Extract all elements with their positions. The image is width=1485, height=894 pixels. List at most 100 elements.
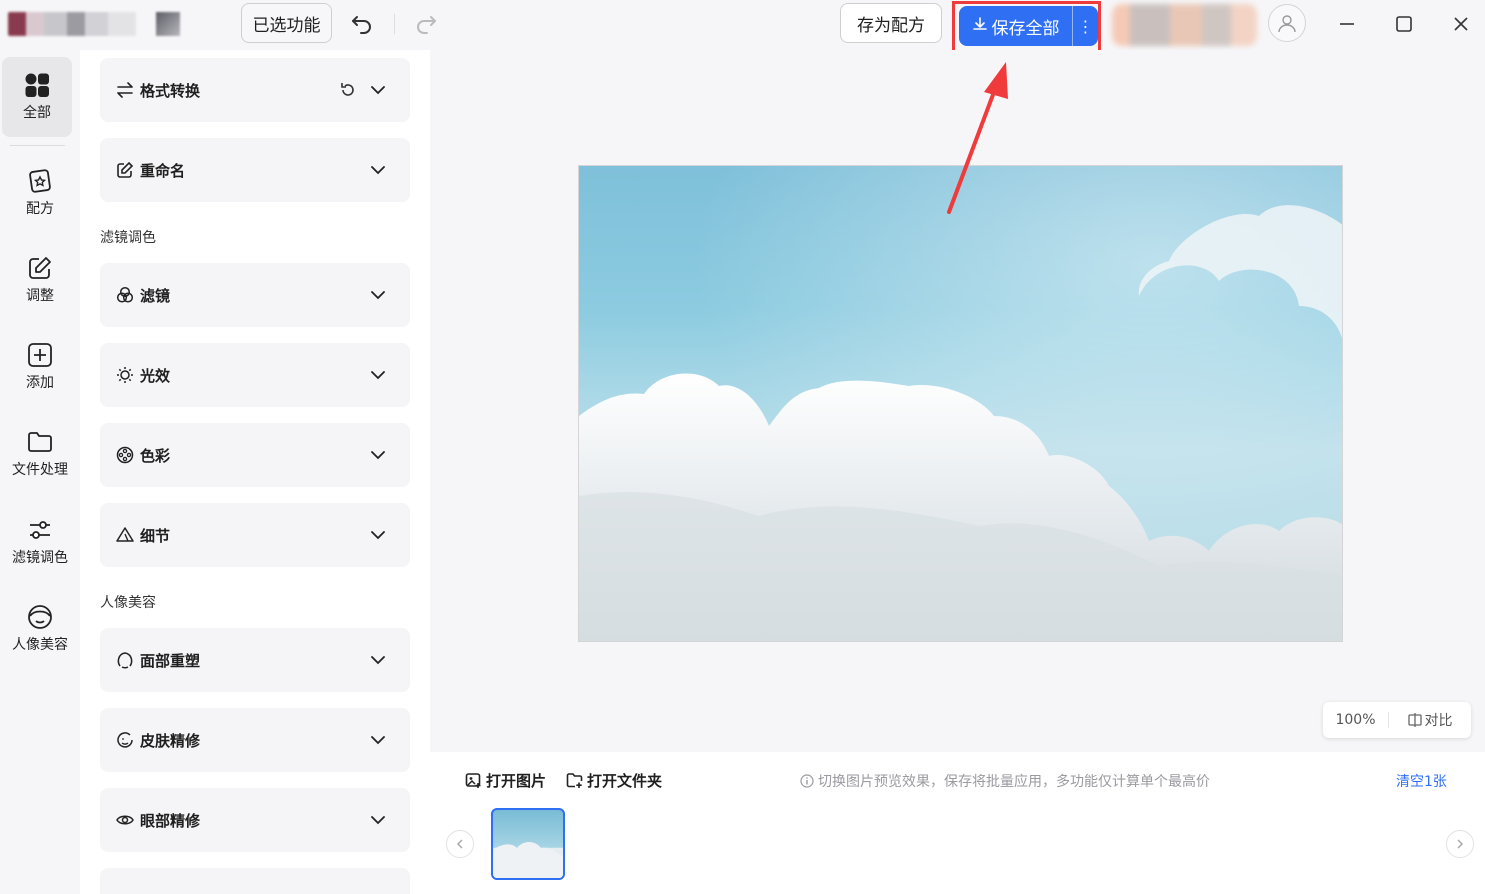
sun-icon [117, 367, 133, 383]
card-filter[interactable]: 滤镜 [100, 263, 410, 327]
nav-item-add[interactable]: 添加 [0, 327, 80, 407]
chevron-down-icon[interactable] [368, 525, 388, 545]
plus-square-icon [28, 343, 52, 367]
app-logo-blurred [8, 12, 136, 36]
download-icon [972, 16, 988, 37]
section-label-filters: 滤镜调色 [100, 230, 156, 246]
more-options-icon[interactable]: ⋮ [1072, 6, 1098, 46]
save-recipe-button[interactable]: 存为配方 [840, 3, 942, 43]
nav-label: 文件处理 [12, 462, 68, 478]
preview-canvas: 100% 对比 [430, 50, 1485, 752]
card-label: 重命名 [140, 161, 186, 180]
nav-label: 滤镜调色 [12, 550, 68, 566]
nav-item-adjust[interactable]: 调整 [0, 240, 80, 320]
info-icon [800, 774, 814, 788]
redo-icon[interactable] [412, 10, 440, 38]
nav-item-portrait[interactable]: 人像美容 [0, 589, 80, 669]
avatar[interactable] [1268, 4, 1306, 42]
close-icon[interactable] [1447, 10, 1475, 38]
zoom-compare-bar: 100% 对比 [1323, 702, 1471, 738]
hint-text: 切换图片预览效果，保存将批量应用，多功能仅计算单个最高价 [800, 771, 1210, 791]
recipe-icon [29, 169, 51, 193]
card-detail[interactable]: 细节 [100, 503, 410, 567]
card-rename[interactable]: 重命名 [100, 138, 410, 202]
sliders-icon [30, 521, 50, 539]
feature-panel: 格式转换 重命名 滤镜调色 滤镜 光效 色彩 细节 人像美容 面部重塑 皮肤精修… [80, 50, 430, 894]
card-label: 色彩 [140, 446, 171, 465]
title-bar: 已选功能 存为配方 保存全部 ⋮ [0, 0, 1485, 53]
nav-item-filters[interactable]: 滤镜调色 [0, 502, 80, 582]
save-all-highlight: 保存全部 ⋮ [952, 1, 1101, 53]
chevron-down-icon[interactable] [368, 80, 388, 100]
filter-circles-icon [116, 286, 134, 303]
preview-image[interactable] [578, 165, 1343, 642]
app-icon-blurred [156, 12, 180, 36]
card-label: 皮肤精修 [140, 731, 201, 750]
image-thumbnail[interactable] [491, 808, 565, 880]
nav-label: 调整 [26, 288, 54, 304]
skin-icon [117, 732, 133, 748]
compare-icon [1407, 713, 1422, 727]
zoom-level[interactable]: 100% [1323, 712, 1389, 728]
scroll-right-icon[interactable] [1446, 830, 1474, 858]
card-face-reshape[interactable]: 面部重塑 [100, 628, 410, 692]
section-label-portrait: 人像美容 [100, 595, 156, 611]
folder-add-icon [566, 773, 583, 788]
nav-item-recipe[interactable]: 配方 [0, 153, 80, 233]
save-all-label: 保存全部 [991, 18, 1060, 39]
card-light-effect[interactable]: 光效 [100, 343, 410, 407]
chevron-down-icon[interactable] [368, 160, 388, 180]
image-strip: 打开图片 打开文件夹 切换图片预览效果，保存将批量应用，多功能仅计算单个最高价 … [430, 752, 1485, 894]
card-skin-retouch[interactable]: 皮肤精修 [100, 708, 410, 772]
chevron-down-icon[interactable] [368, 730, 388, 750]
nav-item-all[interactable]: 全部 [2, 57, 72, 137]
open-image-button[interactable]: 打开图片 [465, 770, 546, 791]
card-partial[interactable] [100, 868, 410, 894]
app-window: 已选功能 存为配方 保存全部 ⋮ 全部 配方 调整 添加 文件处理 滤镜调色 人… [0, 0, 1485, 894]
card-label: 滤镜 [140, 286, 171, 305]
nav-label: 全部 [23, 105, 51, 121]
triangle-icon [116, 527, 134, 542]
save-all-button[interactable]: 保存全部 [959, 6, 1072, 46]
reset-icon[interactable] [338, 80, 358, 100]
open-folder-button[interactable]: 打开文件夹 [566, 770, 662, 791]
scroll-left-icon[interactable] [446, 830, 474, 858]
edit-icon [29, 257, 51, 279]
nav-label: 人像美容 [12, 637, 68, 653]
chevron-down-icon[interactable] [368, 285, 388, 305]
chevron-down-icon[interactable] [368, 365, 388, 385]
card-label: 细节 [140, 526, 171, 545]
card-label: 格式转换 [140, 81, 201, 100]
user-info-blurred [1112, 4, 1257, 46]
minimize-icon[interactable] [1333, 10, 1361, 38]
user-icon [1278, 15, 1296, 33]
card-label: 光效 [140, 366, 171, 385]
rename-icon [117, 161, 134, 178]
nav-divider [10, 145, 65, 146]
chevron-down-icon[interactable] [368, 810, 388, 830]
thumbnail-photo [493, 842, 563, 878]
chevron-down-icon[interactable] [368, 445, 388, 465]
open-folder-label: 打开文件夹 [587, 772, 663, 790]
card-eye-retouch[interactable]: 眼部精修 [100, 788, 410, 852]
nav-label: 添加 [26, 375, 54, 391]
hint-label: 切换图片预览效果，保存将批量应用，多功能仅计算单个最高价 [818, 774, 1210, 790]
card-label: 面部重塑 [140, 651, 201, 670]
sky-cloud-photo [579, 166, 1342, 641]
nav-item-file-processing[interactable]: 文件处理 [0, 414, 80, 494]
chevron-down-icon[interactable] [368, 650, 388, 670]
eye-icon [116, 815, 134, 825]
card-format-convert[interactable]: 格式转换 [100, 58, 410, 122]
card-label: 眼部精修 [140, 811, 201, 830]
maximize-icon[interactable] [1390, 10, 1418, 38]
face-icon [28, 605, 52, 629]
card-color[interactable]: 色彩 [100, 423, 410, 487]
clear-button[interactable]: 清空1张 [1396, 771, 1447, 791]
undo-icon[interactable] [348, 10, 376, 38]
swap-arrows-icon [117, 82, 133, 98]
toolbar-divider [394, 14, 395, 34]
face-reshape-icon [117, 652, 133, 669]
compare-label: 对比 [1424, 713, 1453, 729]
compare-button[interactable]: 对比 [1389, 710, 1471, 730]
selected-features-button[interactable]: 已选功能 [241, 3, 332, 43]
